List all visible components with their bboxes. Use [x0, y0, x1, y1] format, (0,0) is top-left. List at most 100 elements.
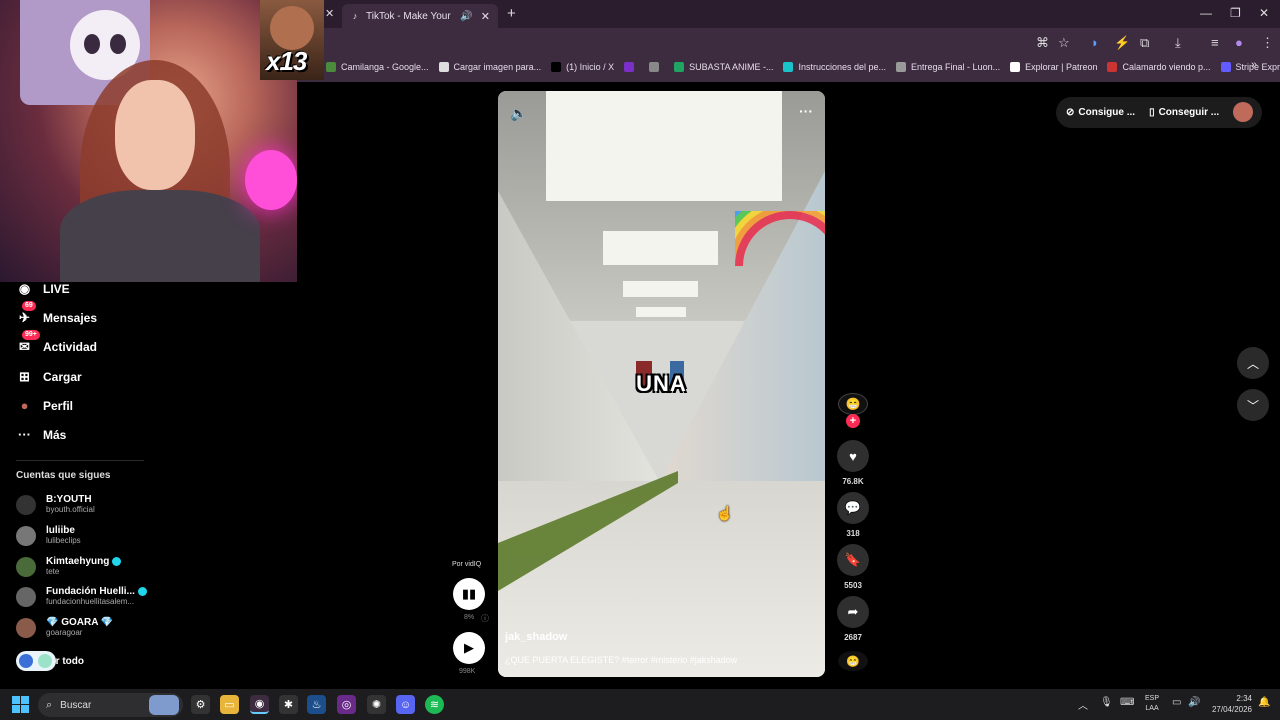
save-count: 5503 [844, 581, 862, 590]
previous-video-button[interactable]: ︿ [1237, 347, 1269, 379]
followed-account[interactable]: Fundación Huelli... fundacionhuellitasale… [16, 586, 147, 607]
close-icon[interactable]: ✕ [325, 7, 334, 20]
sidebar-item-perfil[interactable]: ● Perfil [16, 397, 73, 414]
get-app-button[interactable]: ▯ Conseguir ... [1149, 107, 1219, 118]
followed-account[interactable]: 💎 GOARA 💎 goaragoar [16, 617, 113, 638]
followed-account[interactable]: luliibe lulibeclips [16, 525, 81, 546]
follow-plus-icon[interactable]: + [846, 414, 860, 428]
account-handle: lulibeclips [46, 536, 81, 545]
file-explorer-icon[interactable]: ▭ [220, 695, 239, 714]
bookmark-favicon-icon [1220, 62, 1231, 72]
bookmark-favicon-icon [1107, 62, 1118, 72]
upload-icon: ⊞ [19, 368, 30, 384]
top-right-bar: ⊘ Consigue ... ▯ Conseguir ... [1056, 97, 1262, 128]
tab-tiktok[interactable]: ♪ TikTok - Make Your Day 🔊 ✕ [342, 4, 498, 28]
windows-start-icon[interactable] [12, 696, 29, 713]
close-icon[interactable]: ✕ [481, 10, 490, 23]
account-name-text: Kimtaehyung [46, 556, 110, 567]
profile-avatar-icon[interactable]: ● [1235, 35, 1243, 50]
comment-count: 318 [846, 529, 860, 538]
webcam-overlay [0, 0, 297, 282]
sidebar-item-live[interactable]: ◉ LIVE [16, 280, 70, 297]
extension-icon[interactable]: ⚡ [1114, 35, 1130, 51]
bookmark-item[interactable] [649, 62, 664, 72]
followed-account[interactable]: Kimtaehyung tete [16, 556, 122, 577]
kebab-menu-icon[interactable]: ⋮ [1261, 35, 1274, 51]
sidebar-item-cargar[interactable]: ⊞ Cargar [16, 368, 82, 385]
vidiq-percent: 8% [464, 614, 475, 621]
video-author[interactable]: jak_shadow [505, 631, 567, 643]
volume-icon[interactable]: 🔈 [510, 105, 527, 122]
steam-icon[interactable]: ♨ [307, 695, 326, 714]
volume-icon[interactable]: 🔊 [1188, 697, 1200, 708]
bookmark-label: SUBASTA ANIME -... [689, 62, 774, 72]
notification-icon[interactable]: 🔔 [1258, 697, 1270, 708]
bookmark-item[interactable]: SUBASTA ANIME -... [674, 62, 773, 72]
sidebar-item-label: LIVE [43, 281, 70, 296]
next-video-button[interactable]: ﹀ [1237, 389, 1269, 421]
keyboard-icon[interactable]: ⌨ [1120, 697, 1134, 708]
vidiq-toggle-icon[interactable] [16, 651, 56, 671]
notification-badge: 69 [22, 301, 36, 311]
video-player[interactable]: UNA 🔈 ··· jak_shadow ¿QUE PUERTA ELEGIST… [498, 91, 825, 677]
video-caption[interactable]: ¿QUE PUERTA ELEGISTE? #terror #misterio … [505, 655, 737, 665]
new-tab-icon[interactable]: + [507, 5, 516, 22]
stats-button[interactable]: ▮▮ [453, 578, 485, 610]
bookmark-item[interactable]: Entrega Final - Luon... [896, 62, 1000, 72]
speaker-icon[interactable]: 🔊 [460, 11, 472, 22]
extension-icon[interactable]: ◗ [1091, 35, 1099, 50]
sidebar-item-actividad[interactable]: ✉ 99+ Actividad [16, 330, 97, 355]
clock[interactable]: 2:34 27/04/2026 [1209, 693, 1252, 715]
creator-avatar[interactable]: 😁 [838, 393, 868, 415]
sidebar-item-mensajes[interactable]: ✈ 69 Mensajes [16, 301, 97, 326]
bookmark-item[interactable]: Camilanga - Google... [326, 62, 429, 72]
settings-icon[interactable]: ✱ [279, 695, 298, 714]
chrome-icon[interactable]: ◉ [250, 695, 269, 714]
save-button[interactable]: 🔖 [837, 544, 869, 576]
sidebar-item-ms[interactable]: ··· Más [16, 426, 66, 443]
account-name: B:YOUTH [46, 494, 95, 505]
account-name: luliibe [46, 525, 81, 536]
more-options-icon[interactable]: ··· [799, 103, 813, 119]
obs-icon[interactable]: ◎ [337, 695, 356, 714]
extensions-puzzle-icon[interactable]: ⧉ [1140, 35, 1149, 51]
see-all-button[interactable]: Ver todo [16, 651, 84, 671]
network-icon[interactable]: ▭ [1172, 697, 1181, 708]
download-icon[interactable]: ⤓ [1175, 35, 1181, 51]
star-icon[interactable]: ☆ [1058, 35, 1070, 51]
comment-button[interactable]: 💬 [837, 492, 869, 524]
messages-icon: ✈ 69 [16, 301, 36, 326]
share-button[interactable]: ➦ [837, 596, 869, 628]
windows-taskbar: ⌕ Buscar ⚙ ▭ ◉ ✱ ♨ ◎ ✺ ☺ ≋ ︿ 🎙 ⌨ ESP LAA… [0, 689, 1280, 720]
chevron-right-icon[interactable]: » [1251, 59, 1257, 71]
sound-disc-icon[interactable]: 😁 [838, 651, 868, 671]
media-control-icon[interactable]: ≡ [1211, 35, 1219, 50]
divider [16, 460, 144, 461]
restore-icon[interactable]: ❐ [1230, 6, 1241, 20]
get-coins-button[interactable]: ⊘ Consigue ... [1066, 107, 1135, 118]
profile-avatar[interactable] [1233, 102, 1253, 122]
microphone-icon[interactable]: 🎙 [1100, 697, 1113, 708]
bookmarks-bar: Camilanga - Google... Cargar imagen para.… [326, 59, 1280, 75]
bookmark-item[interactable]: Calamardo viendo p... [1107, 62, 1211, 72]
bookmark-item[interactable]: (1) Inicio / X [551, 62, 614, 72]
bookmark-item[interactable]: Explorar | Patreon [1010, 62, 1097, 72]
play-button[interactable]: ▶ [453, 632, 485, 664]
bookmark-item[interactable]: Cargar imagen para... [438, 62, 541, 72]
taskbar-search[interactable]: ⌕ Buscar [38, 693, 183, 717]
language-indicator[interactable]: ESP LAA [1145, 694, 1159, 714]
bookmark-item[interactable]: Instrucciones del pe... [783, 62, 886, 72]
close-window-icon[interactable]: ✕ [1259, 6, 1269, 20]
followed-account[interactable]: B:YOUTH byouth.official [16, 494, 95, 515]
bookmark-item[interactable] [624, 62, 639, 72]
like-button[interactable]: ♥ [837, 440, 869, 472]
app-icon[interactable]: ✺ [367, 695, 386, 714]
translate-icon[interactable]: ⌘ [1036, 35, 1049, 51]
discord-icon[interactable]: ☺ [396, 695, 415, 714]
info-icon[interactable]: ⓘ [481, 613, 489, 624]
spotify-icon[interactable]: ≋ [425, 695, 444, 714]
app-icon[interactable]: ⚙ [191, 695, 210, 714]
minimize-icon[interactable]: — [1200, 6, 1212, 20]
get-coins-label: Consigue ... [1078, 107, 1136, 118]
chevron-up-icon[interactable]: ︿ [1078, 697, 1088, 712]
